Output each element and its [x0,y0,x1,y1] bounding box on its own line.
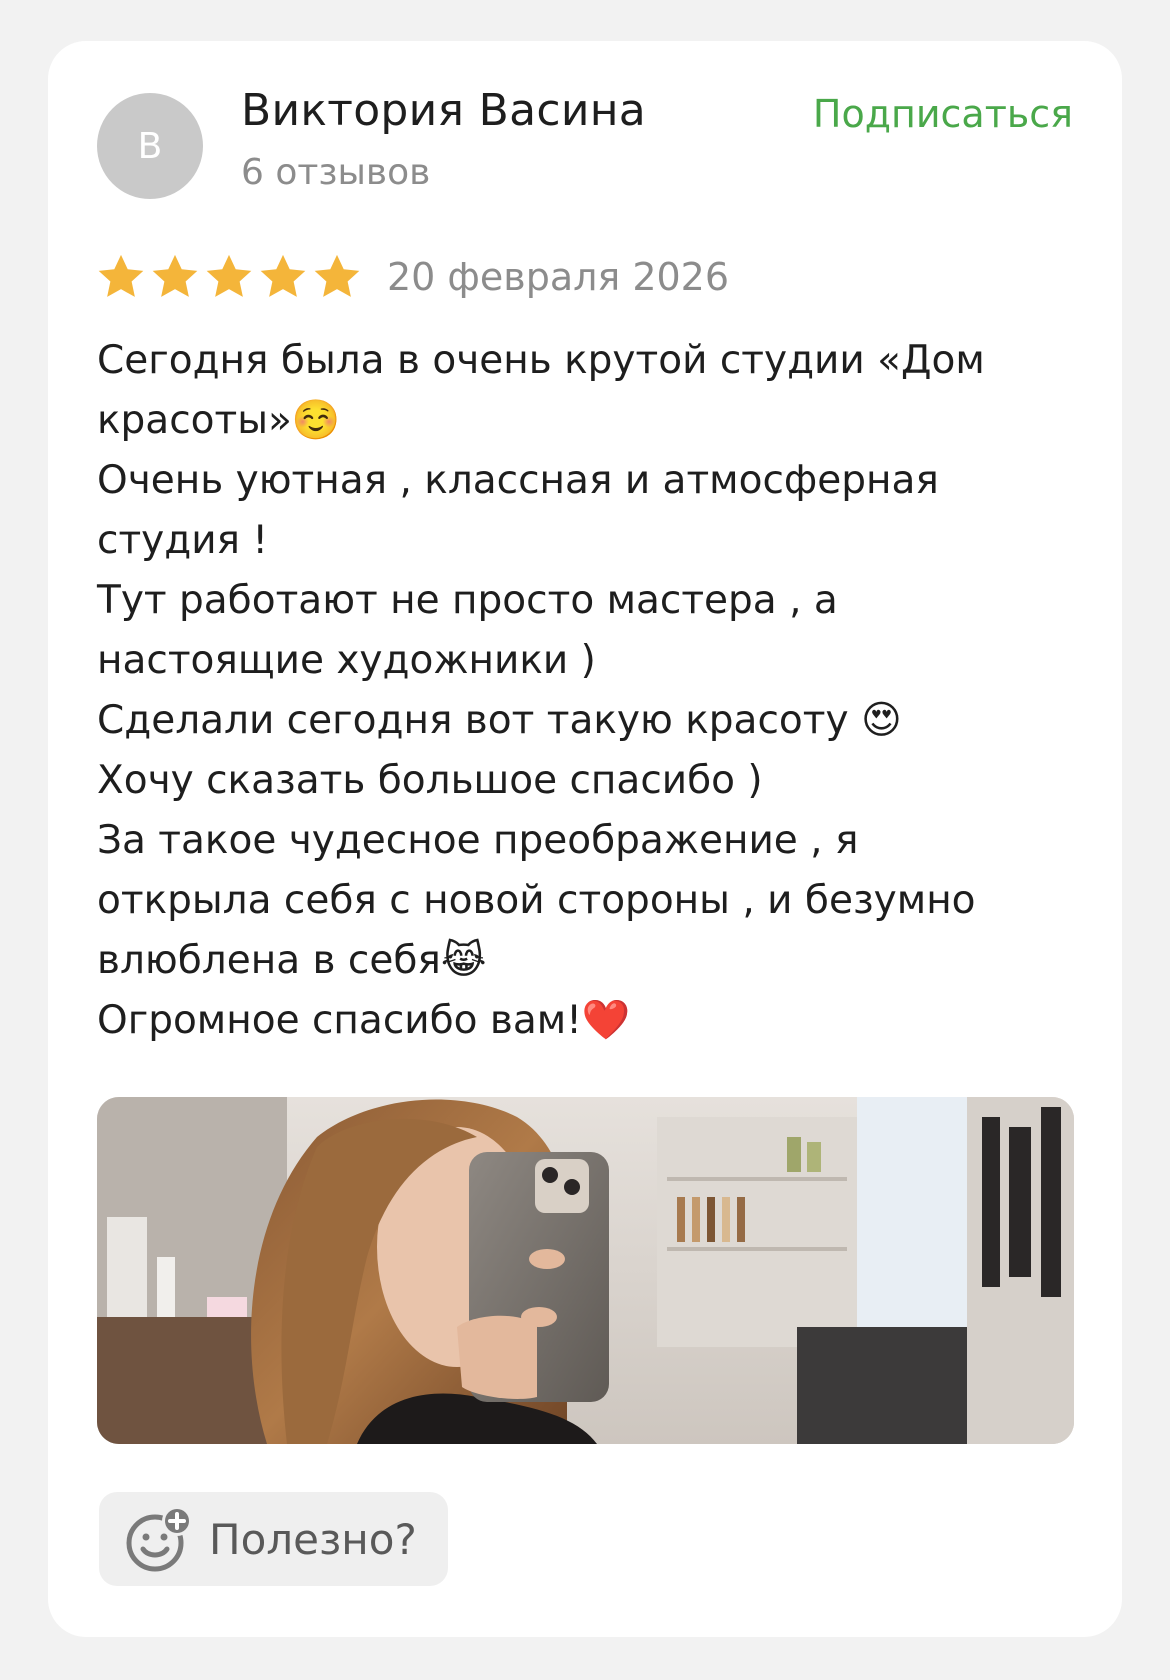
star-icon [260,254,306,297]
rating-row: 20 февраля 2026 [95,245,729,309]
review-line: красоты»☺️ [97,398,341,443]
review-photo[interactable] [97,1097,1074,1444]
review-line: Хочу сказать большое спасибо ) [97,758,763,803]
star-icon [152,254,198,297]
star-icon [206,254,252,297]
helpful-button[interactable]: Полезно? [99,1492,448,1586]
star-icon [314,254,360,297]
review-line: влюблена в себя😹 [97,938,487,983]
star-rating [95,251,363,303]
smile-plus-icon [126,1506,192,1572]
review-line: настоящие художники ) [97,638,596,683]
review-line: Сегодня была в очень крутой студии «Дом [97,338,985,383]
avatar[interactable]: В [97,93,203,199]
review-card: В Виктория Васина 6 отзывов Подписаться … [48,41,1122,1637]
star-icon [98,254,144,297]
avatar-letter: В [137,125,163,167]
review-text: Сегодня была в очень крутой студии «Дом … [97,331,1087,1051]
helpful-label: Полезно? [209,1514,417,1564]
review-line: Сделали сегодня вот такую красоту 😍 [97,698,902,743]
review-line: студия ! [97,518,269,563]
review-date: 20 февраля 2026 [387,255,730,299]
review-line: За такое чудесное преображение , я [97,818,859,863]
subscribe-button[interactable]: Подписаться [813,92,1073,136]
review-line: Тут работают не просто мастера , а [97,578,838,623]
review-photo-image [97,1097,1074,1444]
review-line: Очень уютная , классная и атмосферная [97,458,939,503]
author-review-count: 6 отзывов [241,152,431,193]
author-name[interactable]: Виктория Васина [241,85,646,136]
review-line: Огромное спасибо вам!❤️ [97,998,631,1043]
review-line: открыла себя с новой стороны , и безумно [97,878,976,923]
